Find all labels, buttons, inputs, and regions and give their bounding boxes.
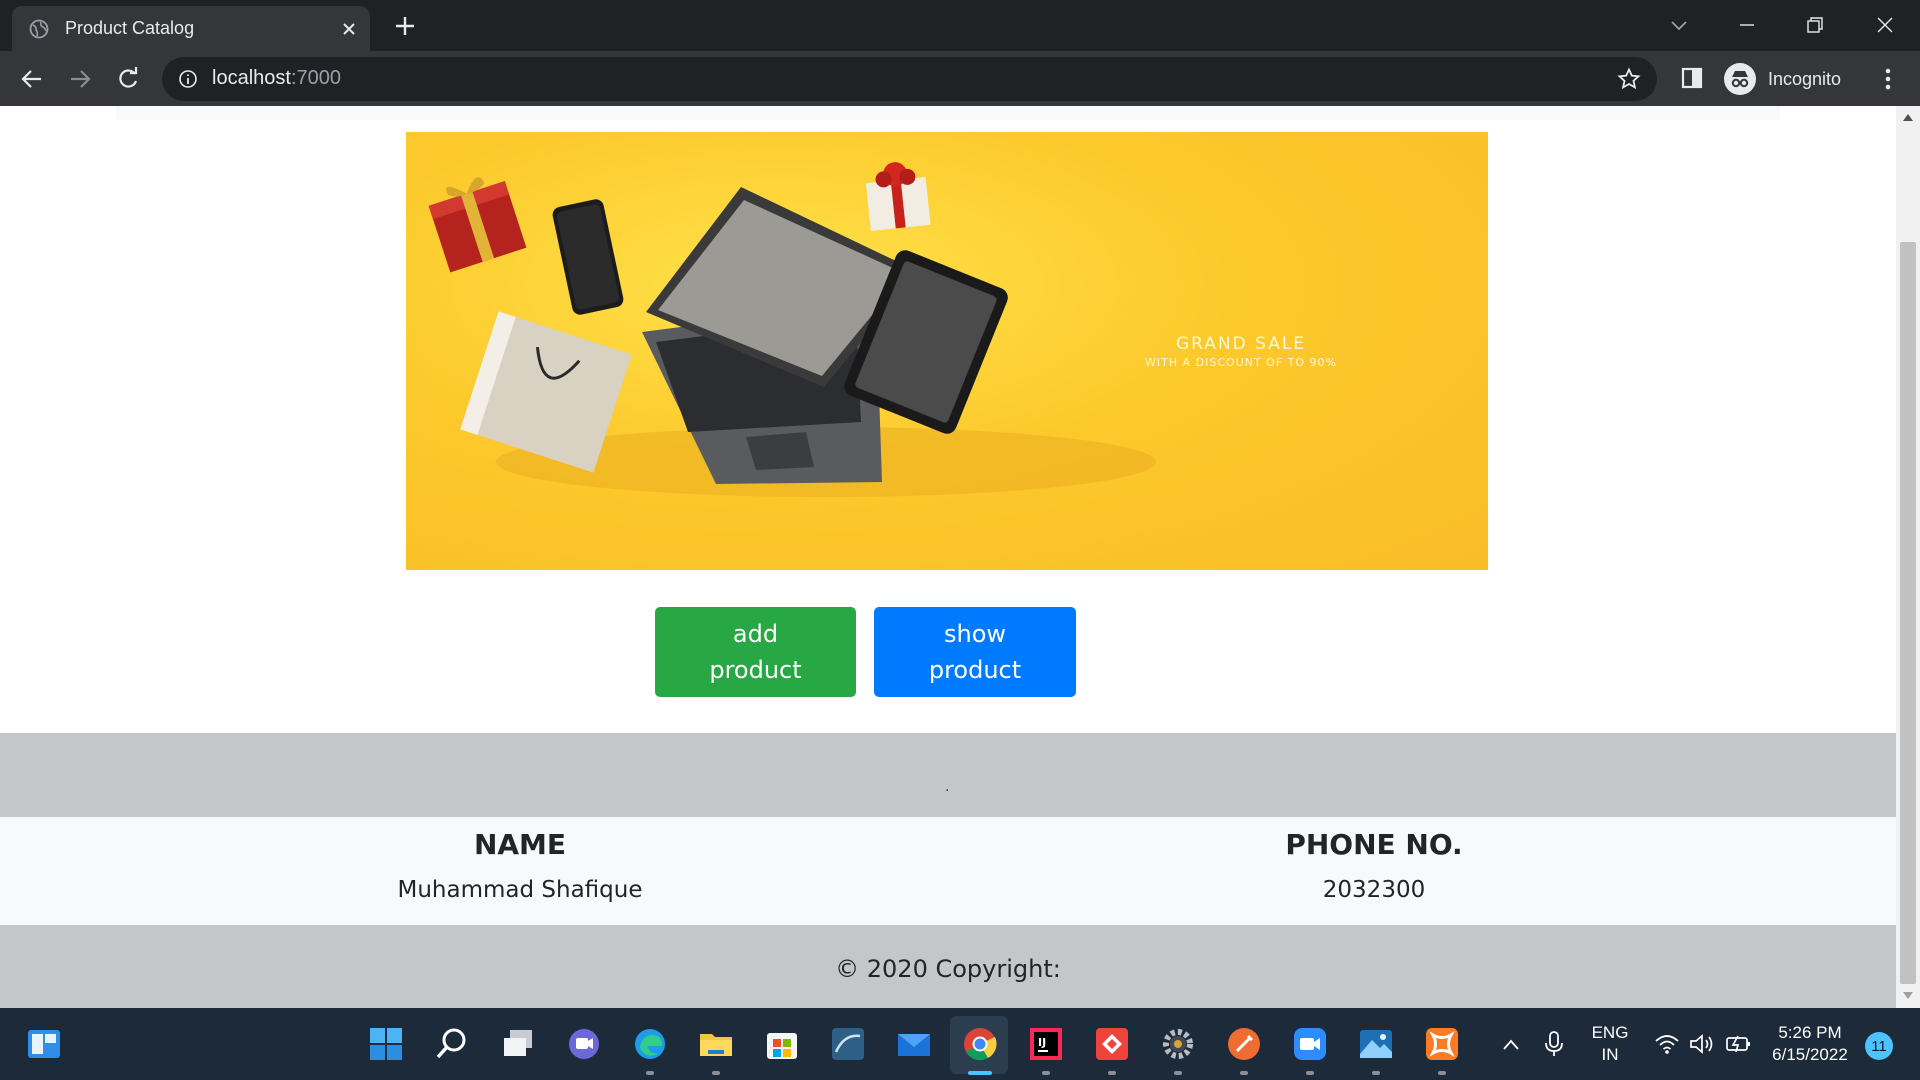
- edge-browser-icon[interactable]: [632, 1026, 668, 1062]
- zoom-running-indicator: [1306, 1071, 1314, 1075]
- name-value: Muhammad Shafique: [397, 877, 643, 903]
- site-info-icon[interactable]: [178, 69, 198, 89]
- clock[interactable]: 5:26 PM 6/15/2022: [1762, 1022, 1858, 1066]
- restore-icon[interactable]: [1800, 10, 1830, 40]
- settings-running-indicator: [1174, 1071, 1182, 1075]
- postman-running-indicator: [1240, 1071, 1248, 1075]
- language-indicator[interactable]: ENG IN: [1580, 1022, 1640, 1066]
- start-windows-icon[interactable]: [368, 1026, 404, 1062]
- microphone-icon[interactable]: [1542, 1030, 1566, 1058]
- incognito-profile-button[interactable]: Incognito: [1720, 57, 1857, 101]
- postman-icon[interactable]: [1226, 1026, 1262, 1062]
- sale-banner: GRAND SALE WITH A DISCOUNT OF TO 90%: [406, 132, 1488, 570]
- notification-badge[interactable]: 11: [1865, 1032, 1893, 1060]
- wifi-icon[interactable]: [1654, 1032, 1680, 1056]
- search-icon[interactable]: [434, 1026, 470, 1062]
- smartphone: [552, 199, 624, 315]
- mysql-workbench-icon[interactable]: [830, 1026, 866, 1062]
- top-navbar-strip: [116, 106, 1780, 120]
- gift-box-top: [865, 162, 931, 231]
- name-heading: NAME: [473, 828, 567, 861]
- browser-toolbar: localhost:7000 Incognito: [0, 51, 1920, 106]
- chrome-active-indicator: [968, 1071, 992, 1075]
- zoom-icon[interactable]: [1292, 1026, 1328, 1062]
- microsoft-store-icon[interactable]: [764, 1026, 800, 1062]
- name-column: NAME Muhammad Shafique: [390, 825, 650, 903]
- forward-icon[interactable]: [66, 65, 94, 93]
- scroll-thumb[interactable]: [1900, 242, 1916, 984]
- chrome-icon[interactable]: [962, 1026, 998, 1062]
- scroll-down-arrow-icon[interactable]: [1903, 992, 1913, 999]
- footer-top-band: .: [0, 733, 1896, 817]
- more-menu-icon[interactable]: [1874, 65, 1902, 93]
- xampp-running-indicator: [1438, 1071, 1446, 1075]
- teams-chat-icon[interactable]: [566, 1026, 602, 1062]
- intellij-icon[interactable]: IJ: [1028, 1026, 1064, 1062]
- settings-gear-icon[interactable]: [1160, 1026, 1196, 1062]
- copyright-band: © 2020 Copyright:: [0, 925, 1896, 1008]
- clock-date: 6/15/2022: [1772, 1045, 1848, 1064]
- photos-running-indicator: [1372, 1071, 1380, 1075]
- copyright-text: © 2020 Copyright:: [835, 955, 1061, 983]
- phone-column: PHONE NO. 2032300: [1244, 825, 1504, 903]
- explorer-running-indicator: [712, 1071, 720, 1075]
- edge-running-indicator: [646, 1071, 654, 1075]
- show-hidden-icons-chevron-icon[interactable]: [1500, 1034, 1522, 1056]
- footer-dot: .: [945, 779, 950, 795]
- side-panel-icon[interactable]: [1680, 66, 1704, 90]
- photos-icon[interactable]: [1358, 1026, 1394, 1062]
- globe-icon: [29, 19, 49, 39]
- add-product-button[interactable]: add product: [655, 607, 856, 697]
- page-scrollbar[interactable]: [1896, 106, 1920, 1008]
- reload-icon[interactable]: [114, 65, 142, 93]
- scroll-up-arrow-icon[interactable]: [1903, 114, 1913, 121]
- close-tab-icon[interactable]: [338, 18, 360, 40]
- new-tab-icon[interactable]: [392, 13, 418, 39]
- contact-info: NAME Muhammad Shafique PHONE NO. 2032300: [0, 817, 1896, 925]
- back-icon[interactable]: [18, 65, 46, 93]
- incognito-icon: [1724, 63, 1756, 95]
- volume-icon[interactable]: [1688, 1032, 1716, 1056]
- file-explorer-icon[interactable]: [698, 1026, 734, 1062]
- url-text[interactable]: localhost:7000: [212, 67, 341, 90]
- browser-tab[interactable]: Product Catalog: [12, 6, 370, 51]
- page-viewport: GRAND SALE WITH A DISCOUNT OF TO 90% add…: [0, 106, 1896, 1008]
- task-view-icon[interactable]: [500, 1026, 536, 1062]
- mail-icon[interactable]: [896, 1026, 932, 1062]
- browser-tab-strip: Product Catalog: [0, 0, 1920, 51]
- xampp-icon[interactable]: [1424, 1026, 1460, 1062]
- intellij-running-indicator: [1042, 1071, 1050, 1075]
- clock-time: 5:26 PM: [1778, 1023, 1842, 1042]
- address-bar[interactable]: localhost:7000: [162, 57, 1657, 101]
- widgets-icon[interactable]: [26, 1026, 62, 1062]
- phone-value: 2032300: [1322, 877, 1426, 903]
- banner-subline: WITH A DISCOUNT OF TO 90%: [1145, 356, 1337, 369]
- banner-headline: GRAND SALE: [1175, 334, 1307, 354]
- incognito-label: Incognito: [1768, 68, 1842, 89]
- bookmark-star-icon[interactable]: [1617, 67, 1641, 91]
- phone-heading: PHONE NO.: [1285, 828, 1463, 861]
- gift-box-left: [428, 177, 527, 273]
- tab-title: Product Catalog: [65, 18, 195, 38]
- close-window-icon[interactable]: [1870, 10, 1900, 40]
- taskbar: IJ ENG IN 5:26 PM 6/15/2022: [0, 1008, 1920, 1080]
- anydesk-icon[interactable]: [1094, 1026, 1130, 1062]
- svg-text:IJ: IJ: [1038, 1036, 1046, 1049]
- battery-charging-icon[interactable]: [1724, 1032, 1752, 1056]
- show-product-button[interactable]: show product: [874, 607, 1076, 697]
- anydesk-running-indicator: [1108, 1071, 1116, 1075]
- minimize-icon[interactable]: [1732, 10, 1762, 40]
- tab-search-chevron-icon[interactable]: [1664, 10, 1694, 40]
